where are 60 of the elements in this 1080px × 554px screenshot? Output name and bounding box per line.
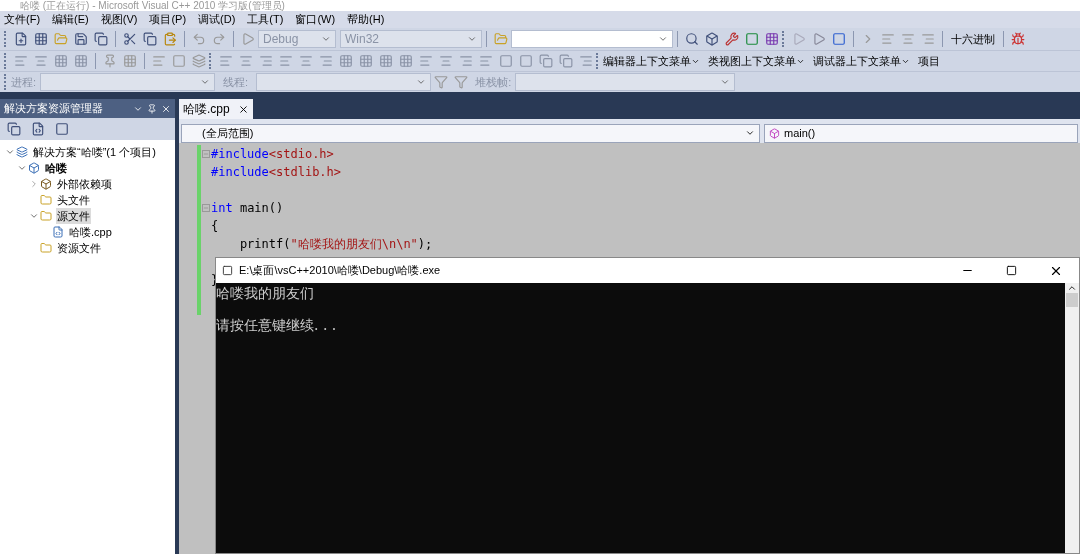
find-dropdown[interactable] bbox=[511, 30, 673, 48]
file-icon bbox=[52, 226, 64, 238]
context-menu-dropdown[interactable]: 编辑器上下文菜单 bbox=[603, 52, 700, 70]
tree-item[interactable]: 解决方案“哈喽”(1 个项目) bbox=[32, 143, 157, 161]
menu-item[interactable]: 窗口(W) bbox=[295, 11, 336, 28]
menu-item[interactable]: 视图(V) bbox=[100, 11, 138, 28]
scrollbar-thumb[interactable] bbox=[1066, 293, 1078, 307]
process-dropdown[interactable] bbox=[40, 73, 216, 91]
expand-caret-icon[interactable] bbox=[17, 163, 27, 173]
menu-item[interactable]: 项目(P) bbox=[149, 11, 187, 28]
menu-item[interactable]: 文件(F) bbox=[4, 11, 41, 28]
context-menu-dropdown[interactable]: 类视图上下文菜单 bbox=[708, 52, 805, 70]
collapse-icon[interactable] bbox=[202, 204, 210, 212]
code-line: #include<stdio.h> bbox=[211, 146, 334, 163]
close-icon[interactable] bbox=[237, 103, 249, 115]
maximize-icon[interactable] bbox=[1006, 265, 1017, 276]
tree-item[interactable]: 哈喽 bbox=[44, 159, 68, 177]
process-label: 进程: bbox=[11, 74, 37, 90]
console-text: 请按任意键继续. . . bbox=[216, 317, 337, 333]
pin-icon[interactable] bbox=[147, 103, 157, 114]
context-menu-dropdown[interactable]: 项目 bbox=[918, 52, 940, 70]
menu-item[interactable]: 帮助(H) bbox=[347, 11, 385, 28]
folder-icon bbox=[40, 194, 52, 206]
scope-dropdown[interactable]: (全局范围) bbox=[181, 123, 760, 143]
tree-item[interactable]: 源文件 bbox=[56, 207, 91, 225]
console-app-icon bbox=[222, 265, 233, 276]
console-text: 哈喽我的朋友们 bbox=[216, 285, 314, 301]
tree-item[interactable]: 头文件 bbox=[56, 191, 91, 209]
editor-tab[interactable]: 哈喽.cpp bbox=[179, 99, 253, 119]
stack-frame-label: 堆栈帧: bbox=[475, 74, 512, 90]
box-icon bbox=[16, 146, 28, 158]
expand-caret-icon[interactable] bbox=[5, 147, 15, 157]
code-line: #include<stdlib.h> bbox=[211, 164, 342, 181]
tree-item[interactable]: 资源文件 bbox=[56, 239, 102, 257]
tree-item[interactable]: 哈喽.cpp bbox=[68, 223, 113, 241]
panel-title: 解决方案资源管理器 bbox=[4, 101, 103, 117]
context-menu-dropdown[interactable]: 调试器上下文菜单 bbox=[813, 52, 910, 70]
menu-item[interactable]: 编辑(E) bbox=[52, 11, 89, 28]
folder-icon bbox=[40, 210, 52, 222]
thread-label: 线程: bbox=[223, 74, 249, 90]
code-line: printf("哈喽我的朋友们\n\n"); bbox=[238, 236, 433, 253]
member-dropdown[interactable]: main() bbox=[764, 123, 1078, 143]
tree-item[interactable]: 外部依赖项 bbox=[56, 175, 113, 193]
collapse-icon[interactable] bbox=[202, 150, 210, 158]
menu-item[interactable]: 工具(T) bbox=[247, 11, 284, 28]
console-title: E:\桌面\vsC++2010\哈喽\Debug\哈喽.exe bbox=[239, 263, 442, 279]
method-icon bbox=[769, 127, 780, 139]
box-icon bbox=[28, 162, 40, 174]
code-line: int main() bbox=[211, 200, 284, 217]
thread-dropdown[interactable] bbox=[256, 73, 432, 91]
box-icon bbox=[40, 178, 52, 190]
folder-icon bbox=[40, 242, 52, 254]
expand-caret-icon[interactable] bbox=[29, 211, 39, 221]
code-line: { bbox=[211, 218, 219, 235]
window-title: 哈喽 (正在运行) - Microsoft Visual C++ 2010 学习版(管理员) bbox=[0, 0, 1080, 11]
scroll-up-icon[interactable] bbox=[1067, 283, 1077, 293]
menu-item[interactable]: 调试(D) bbox=[198, 11, 236, 28]
collapse-caret-icon[interactable] bbox=[29, 179, 39, 189]
stack-frame-dropdown[interactable] bbox=[515, 73, 736, 91]
hex-button[interactable]: 十六进制 bbox=[947, 30, 999, 48]
